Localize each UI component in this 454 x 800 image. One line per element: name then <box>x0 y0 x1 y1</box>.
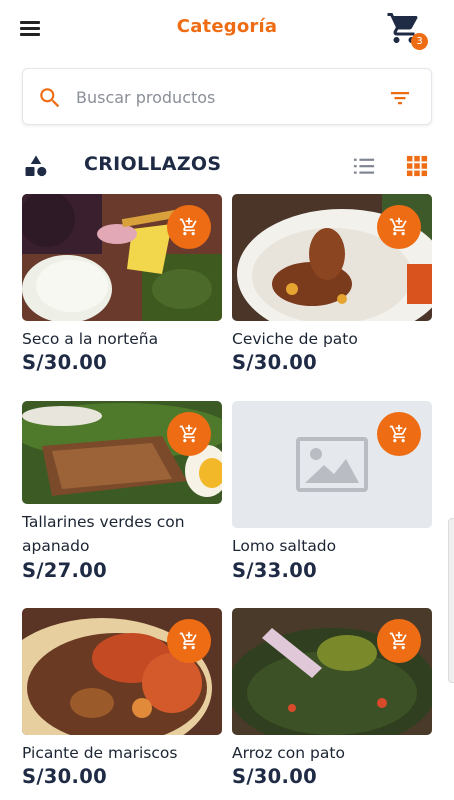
product-name: Seco a la norteña <box>22 330 159 348</box>
product-price: S/30.00 <box>22 765 107 788</box>
edge-panel-handle[interactable] <box>448 518 454 683</box>
product-name: Arroz con pato <box>232 744 345 762</box>
add-cart-icon <box>389 217 407 236</box>
add-cart-icon <box>389 631 407 650</box>
product-name: Tallarines verdes con apanado <box>22 513 185 555</box>
add-to-cart-button[interactable] <box>377 205 421 249</box>
product-price: S/30.00 <box>232 765 317 788</box>
product-name: Picante de mariscos <box>22 744 178 762</box>
product-grid: Seco a la norteña S/30.00 Ceviche de pat… <box>0 0 454 800</box>
add-cart-icon <box>179 631 197 650</box>
add-cart-icon <box>389 424 407 443</box>
product-price: S/33.00 <box>232 559 317 582</box>
add-to-cart-button[interactable] <box>167 619 211 663</box>
add-to-cart-button[interactable] <box>377 412 421 456</box>
add-to-cart-button[interactable] <box>377 619 421 663</box>
product-name: Lomo saltado <box>232 537 337 555</box>
add-cart-icon <box>179 424 197 443</box>
add-cart-icon <box>179 217 197 236</box>
product-name: Ceviche de pato <box>232 330 358 348</box>
add-to-cart-button[interactable] <box>167 412 211 456</box>
product-price: S/30.00 <box>232 351 317 374</box>
image-placeholder-icon <box>296 437 368 492</box>
add-to-cart-button[interactable] <box>167 205 211 249</box>
product-price: S/30.00 <box>22 351 107 374</box>
product-price: S/27.00 <box>22 559 107 582</box>
